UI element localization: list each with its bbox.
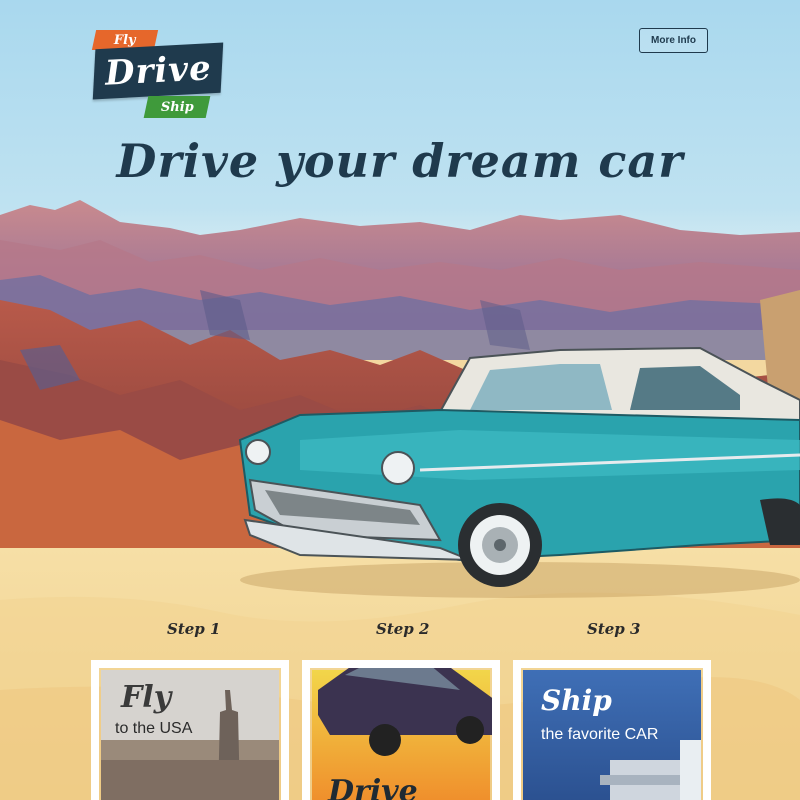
step-1-card-title: Fly (121, 680, 172, 715)
step-2-label: Step 2 (376, 620, 430, 638)
logo-ship-text: Ship (160, 99, 194, 115)
hero-headline: Drive your dream car (116, 134, 684, 188)
step-2-card-title: Drive (328, 774, 418, 800)
logo-ship-tag: Ship (143, 96, 211, 118)
logo-drive-text: Drive (103, 48, 213, 94)
step-3-card-inner: Ship the favorite CAR (523, 670, 701, 800)
step-1-card-subtitle: to the USA (115, 720, 193, 737)
fly-drive-ship-logo[interactable]: Fly Drive Ship (88, 26, 228, 122)
landing-page: Fly Drive Ship More Info Drive your drea… (0, 0, 800, 800)
logo-fly-text: Fly (114, 32, 136, 48)
step-1-card[interactable]: Fly to the USA (93, 662, 287, 800)
step-3-card-subtitle: the favorite CAR (541, 726, 659, 743)
step-3-label: Step 3 (587, 620, 641, 638)
more-info-button[interactable]: More Info (639, 28, 708, 53)
logo-drive-banner: Drive (92, 42, 224, 100)
step-2-card[interactable]: Drive (304, 662, 498, 800)
step-2-card-inner: Drive (312, 670, 490, 800)
step-3-card[interactable]: Ship the favorite CAR (515, 662, 709, 800)
step-3-card-title: Ship (541, 684, 612, 717)
step-1-card-inner: Fly to the USA (101, 670, 279, 800)
step-1-label: Step 1 (167, 620, 221, 638)
steps-row: Step 1 Step 2 Step 3 (0, 620, 800, 644)
